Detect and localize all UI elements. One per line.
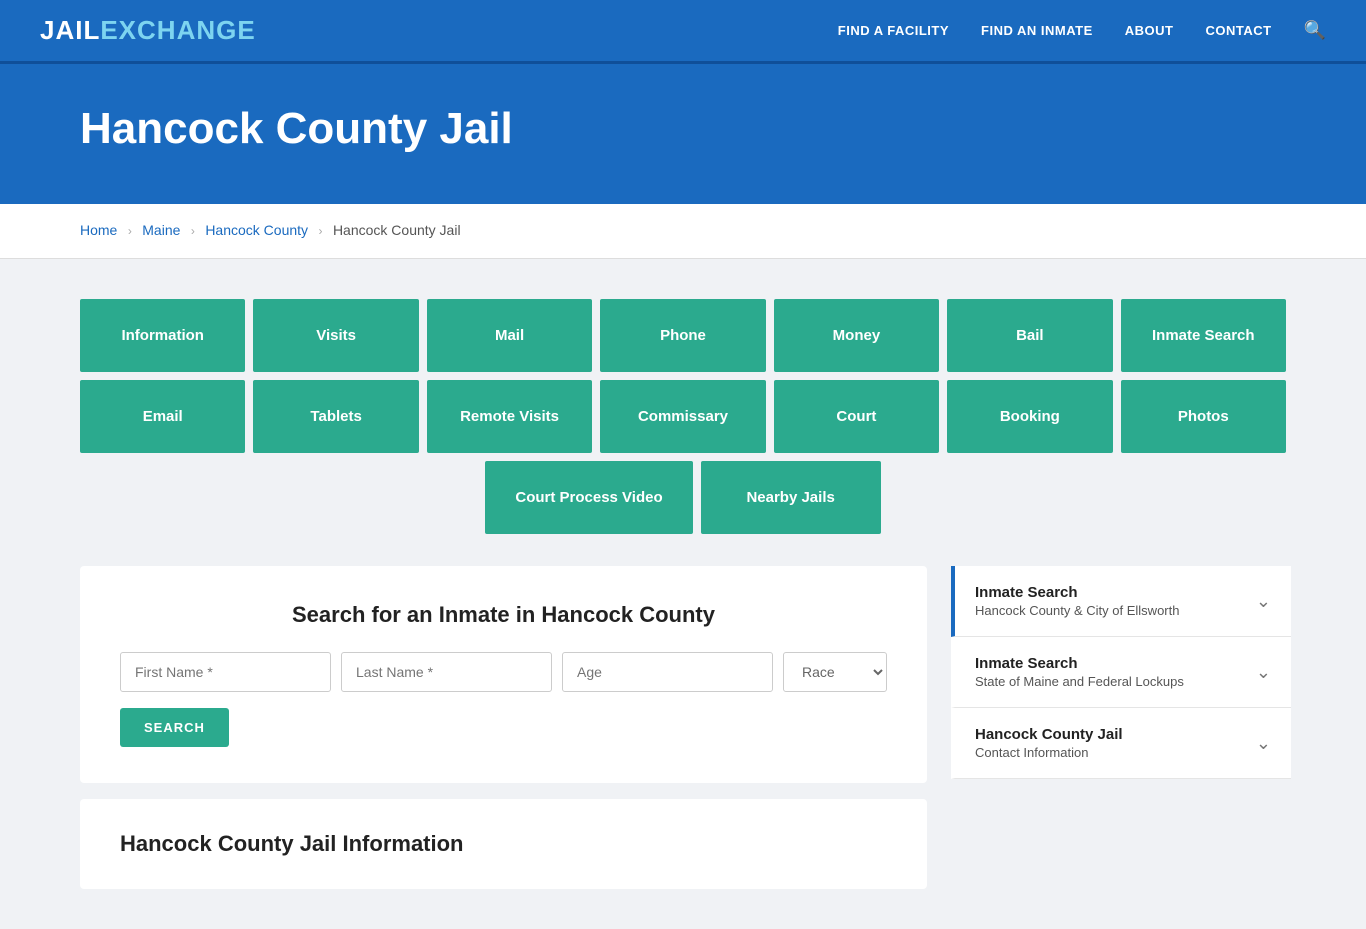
grid-row-3: Court Process Video Nearby Jails (80, 461, 1286, 534)
nav-find-inmate[interactable]: FIND AN INMATE (981, 23, 1093, 38)
btn-visits[interactable]: Visits (253, 299, 418, 372)
breadcrumb-hancock-county[interactable]: Hancock County (205, 222, 308, 238)
age-input[interactable] (562, 652, 773, 692)
nav-find-facility[interactable]: FIND A FACILITY (838, 23, 949, 38)
inmate-search-box: Search for an Inmate in Hancock County R… (80, 566, 927, 783)
sidebar-item-3[interactable]: Hancock County Jail Contact Information … (951, 708, 1291, 779)
btn-tablets[interactable]: Tablets (253, 380, 418, 453)
info-title: Hancock County Jail Information (120, 831, 887, 857)
search-icon[interactable]: 🔍 (1304, 20, 1326, 41)
btn-bail[interactable]: Bail (947, 299, 1112, 372)
btn-information[interactable]: Information (80, 299, 245, 372)
logo-exchange: EXCHANGE (100, 15, 255, 46)
sidebar-item-1-subtitle: Hancock County & City of Ellsworth (975, 603, 1179, 618)
breadcrumb-home[interactable]: Home (80, 222, 117, 238)
first-name-input[interactable] (120, 652, 331, 692)
page-title: Hancock County Jail (80, 104, 1286, 154)
chevron-down-icon-3: ⌄ (1256, 733, 1271, 754)
nav-links: FIND A FACILITY FIND AN INMATE ABOUT CON… (838, 20, 1326, 41)
grid-row-1: Information Visits Mail Phone Money Bail… (80, 299, 1286, 372)
bottom-section: Search for an Inmate in Hancock County R… (80, 566, 1286, 889)
btn-photos[interactable]: Photos (1121, 380, 1286, 453)
sidebar-item-2[interactable]: Inmate Search State of Maine and Federal… (951, 637, 1291, 708)
btn-phone[interactable]: Phone (600, 299, 765, 372)
breadcrumb: Home › Maine › Hancock County › Hancock … (0, 204, 1366, 259)
breadcrumb-maine[interactable]: Maine (142, 222, 180, 238)
breadcrumb-current: Hancock County Jail (333, 222, 461, 238)
hero-section: Hancock County Jail (0, 64, 1366, 204)
main-content: Information Visits Mail Phone Money Bail… (0, 259, 1366, 929)
last-name-input[interactable] (341, 652, 552, 692)
sidebar-item-3-title: Hancock County Jail (975, 726, 1123, 743)
logo[interactable]: JAILEXCHANGE (40, 15, 256, 46)
btn-email[interactable]: Email (80, 380, 245, 453)
btn-commissary[interactable]: Commissary (600, 380, 765, 453)
btn-inmate-search[interactable]: Inmate Search (1121, 299, 1286, 372)
breadcrumb-sep-2: › (191, 224, 195, 238)
sidebar-item-1-title: Inmate Search (975, 584, 1179, 601)
race-select[interactable]: Race White Black Hispanic Asian Other (783, 652, 887, 692)
search-fields: Race White Black Hispanic Asian Other (120, 652, 887, 692)
search-button[interactable]: SEARCH (120, 708, 229, 747)
btn-remote-visits[interactable]: Remote Visits (427, 380, 592, 453)
sidebar-item-2-title: Inmate Search (975, 655, 1184, 672)
sidebar: Inmate Search Hancock County & City of E… (951, 566, 1291, 779)
sidebar-item-3-subtitle: Contact Information (975, 745, 1123, 760)
logo-jail: JAIL (40, 15, 100, 46)
grid-row-2: Email Tablets Remote Visits Commissary C… (80, 380, 1286, 453)
sidebar-item-1[interactable]: Inmate Search Hancock County & City of E… (951, 566, 1291, 637)
chevron-down-icon-2: ⌄ (1256, 662, 1271, 683)
search-title: Search for an Inmate in Hancock County (120, 602, 887, 628)
btn-court-process-video[interactable]: Court Process Video (485, 461, 692, 534)
nav-about[interactable]: ABOUT (1125, 23, 1174, 38)
btn-money[interactable]: Money (774, 299, 939, 372)
sidebar-item-2-subtitle: State of Maine and Federal Lockups (975, 674, 1184, 689)
breadcrumb-sep-1: › (128, 224, 132, 238)
breadcrumb-sep-3: › (318, 224, 322, 238)
chevron-down-icon-1: ⌄ (1256, 591, 1271, 612)
btn-mail[interactable]: Mail (427, 299, 592, 372)
navbar: JAILEXCHANGE FIND A FACILITY FIND AN INM… (0, 0, 1366, 64)
btn-nearby-jails[interactable]: Nearby Jails (701, 461, 881, 534)
nav-contact[interactable]: CONTACT (1205, 23, 1271, 38)
info-section: Hancock County Jail Information (80, 799, 927, 889)
btn-booking[interactable]: Booking (947, 380, 1112, 453)
btn-court[interactable]: Court (774, 380, 939, 453)
